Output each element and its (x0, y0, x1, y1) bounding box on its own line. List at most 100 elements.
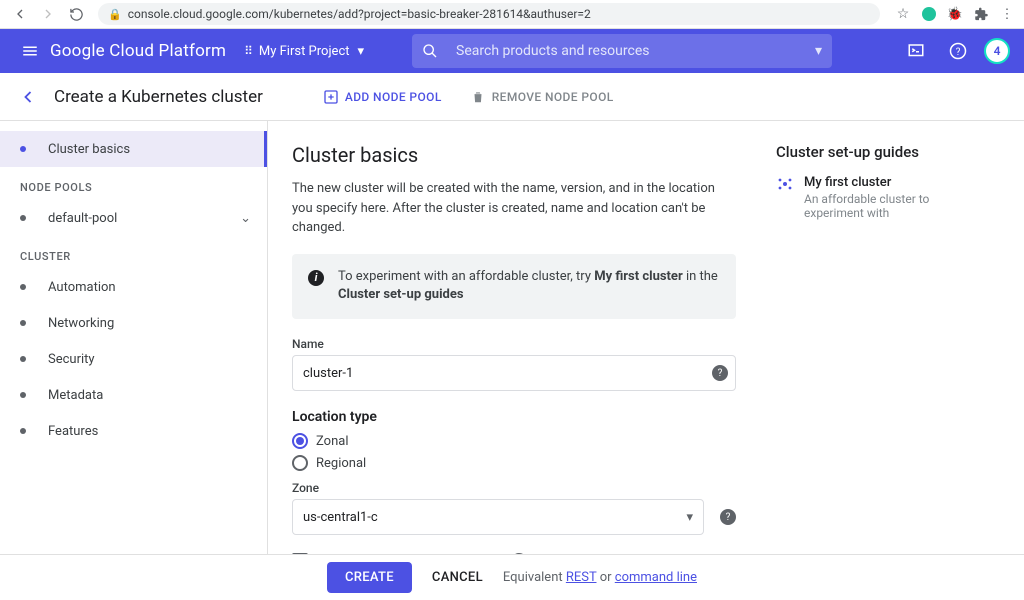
chevron-down-icon: ▾ (358, 44, 365, 59)
location-regional-radio[interactable]: Regional (292, 455, 736, 471)
sidebar-group-node-pools: NODE POOLS (0, 167, 267, 200)
guide-my-first-cluster[interactable]: My first cluster An affordable cluster t… (776, 175, 985, 220)
remove-node-pool-button[interactable]: REMOVE NODE POOL (470, 89, 614, 105)
search-icon (422, 43, 438, 59)
bullet-icon (20, 146, 26, 152)
main-content: Cluster basics The new cluster will be c… (268, 121, 1024, 554)
sidebar-item-metadata[interactable]: Metadata (0, 377, 267, 413)
info-icon: i (308, 270, 324, 286)
info-text-pre: To experiment with an affordable cluster… (338, 269, 594, 284)
radio-icon (292, 433, 308, 449)
browser-url-bar[interactable]: 🔒 console.cloud.google.com/kubernetes/ad… (98, 3, 880, 25)
zone-select-value: us-central1-c (303, 510, 378, 525)
browser-url-text: console.cloud.google.com/kubernetes/add?… (128, 7, 591, 21)
back-arrow-button[interactable] (18, 87, 38, 107)
nav-menu-button[interactable] (14, 35, 46, 67)
plus-box-icon (323, 89, 339, 105)
guide-item-subtitle: An affordable cluster to experiment with (804, 192, 985, 220)
browser-reload-button[interactable] (62, 2, 90, 26)
sidebar-item-features[interactable]: Features (0, 413, 267, 449)
search-dropdown-icon: ▾ (815, 43, 822, 59)
zone-select[interactable]: us-central1-c ▾ (292, 499, 704, 535)
sidebar-nav: Cluster basics NODE POOLS default-pool ⌄… (0, 121, 268, 554)
help-button[interactable]: ? (942, 35, 974, 67)
name-field-label: Name (292, 337, 736, 351)
project-name-label: My First Project (259, 44, 350, 59)
form-column: Cluster basics The new cluster will be c… (268, 121, 758, 554)
browser-chrome-bar: 🔒 console.cloud.google.com/kubernetes/ad… (0, 0, 1024, 29)
cluster-guide-icon (776, 175, 794, 193)
add-node-pool-label: ADD NODE POOL (345, 90, 442, 104)
bullet-icon (20, 428, 26, 434)
location-type-heading: Location type (292, 409, 736, 425)
sidebar-item-security[interactable]: Security (0, 341, 267, 377)
gcp-brand-label: Google Cloud Platform (50, 41, 226, 61)
sidebar-item-label: Metadata (48, 388, 103, 403)
specify-default-locations-row: Specify default node locations ? (292, 553, 736, 554)
cluster-name-input[interactable] (292, 355, 736, 391)
sidebar-group-cluster: CLUSTER (0, 236, 267, 269)
secondary-toolbar: Create a Kubernetes cluster ADD NODE POO… (0, 73, 1024, 121)
sidebar-item-label: Automation (48, 280, 116, 295)
sidebar-item-automation[interactable]: Automation (0, 269, 267, 305)
sidebar-item-networking[interactable]: Networking (0, 305, 267, 341)
lock-icon: 🔒 (108, 8, 122, 21)
info-text-mid: in the (683, 269, 718, 284)
help-icon[interactable]: ? (720, 509, 736, 525)
bullet-icon (20, 320, 26, 326)
extensions-puzzle-icon[interactable] (970, 3, 992, 25)
create-button[interactable]: CREATE (327, 562, 412, 593)
bookmark-star-icon[interactable]: ☆ (892, 3, 914, 25)
trash-icon (470, 89, 486, 105)
rest-link[interactable]: REST (566, 570, 597, 585)
command-line-link[interactable]: command line (615, 570, 697, 585)
browser-back-button[interactable] (6, 2, 34, 26)
sidebar-item-cluster-basics[interactable]: Cluster basics (0, 131, 267, 167)
bullet-icon (20, 356, 26, 362)
sidebar-item-label: Cluster basics (48, 142, 130, 157)
specify-default-checkbox[interactable] (292, 553, 308, 554)
help-icon[interactable]: ? (712, 365, 728, 381)
help-icon[interactable]: ? (511, 553, 527, 554)
guide-item-title: My first cluster (804, 175, 985, 190)
chevron-down-icon: ⌄ (240, 211, 251, 226)
cancel-button[interactable]: CANCEL (432, 570, 483, 585)
project-dots-icon: ⠿ (244, 44, 253, 58)
global-search-input[interactable]: Search products and resources ▾ (412, 34, 832, 68)
browser-menu-icon[interactable]: ⋮ (996, 3, 1018, 25)
location-zonal-radio[interactable]: Zonal (292, 433, 736, 449)
bullet-icon (20, 284, 26, 290)
name-input-wrap: ? (292, 355, 736, 391)
zone-select-wrap: us-central1-c ▾ ? (292, 499, 736, 535)
main-layout: Cluster basics NODE POOLS default-pool ⌄… (0, 121, 1024, 554)
search-placeholder-text: Search products and resources (456, 43, 649, 59)
info-text-bold2: Cluster set-up guides (338, 287, 464, 302)
equiv-pre: Equivalent (503, 570, 566, 585)
sidebar-item-label: Networking (48, 316, 114, 331)
guides-heading: Cluster set-up guides (776, 143, 985, 161)
radio-label: Regional (316, 456, 366, 471)
equivalent-links: Equivalent REST or command line (503, 570, 697, 585)
form-heading: Cluster basics (292, 143, 736, 167)
extension-green-icon[interactable] (918, 3, 940, 25)
browser-forward-button[interactable] (34, 2, 62, 26)
account-avatar[interactable]: 4 (984, 38, 1010, 64)
project-selector[interactable]: ⠿ My First Project ▾ (236, 40, 372, 63)
form-footer: CREATE CANCEL Equivalent REST or command… (0, 554, 1024, 600)
setup-guides-panel: Cluster set-up guides My first cluster A… (758, 121, 1003, 554)
gcp-top-bar: Google Cloud Platform ⠿ My First Project… (0, 29, 1024, 73)
remove-node-pool-label: REMOVE NODE POOL (492, 90, 614, 104)
sidebar-item-label: Features (48, 424, 98, 439)
avatar-number: 4 (994, 44, 1001, 58)
form-description: The new cluster will be created with the… (292, 179, 736, 238)
cloud-shell-button[interactable] (900, 35, 932, 67)
bullet-icon (20, 215, 26, 221)
info-text-bold1: My first cluster (594, 269, 683, 284)
info-callout: i To experiment with an affordable clust… (292, 254, 736, 320)
sidebar-item-label: default-pool (48, 211, 117, 226)
extension-bug-icon[interactable]: 🐞 (944, 3, 966, 25)
radio-label: Zonal (316, 434, 348, 449)
page-title: Create a Kubernetes cluster (54, 87, 263, 107)
add-node-pool-button[interactable]: ADD NODE POOL (323, 89, 442, 105)
sidebar-item-default-pool[interactable]: default-pool ⌄ (0, 200, 267, 236)
